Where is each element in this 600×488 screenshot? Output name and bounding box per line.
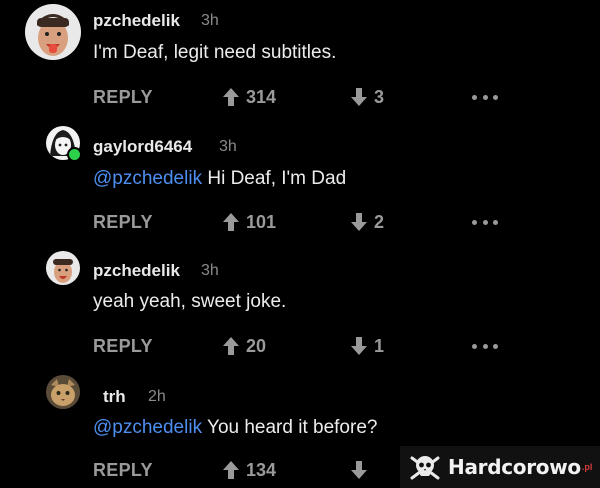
more-options-button[interactable] — [472, 333, 498, 359]
more-options-button[interactable] — [472, 209, 498, 235]
reply-button[interactable]: REPLY — [93, 212, 153, 233]
arrow-up-icon — [223, 88, 239, 106]
comment-text: I'm Deaf, legit need subtitles. — [93, 42, 337, 63]
comment-actions: REPLY 101 2 — [0, 209, 600, 235]
comment-mention[interactable]: @pzchedelik — [93, 168, 202, 189]
watermark-badge: Hardcorowo .pl — [400, 446, 600, 488]
watermark-brand: Hardcorowo — [448, 455, 581, 479]
arrow-down-icon — [351, 337, 367, 355]
user-avatar[interactable] — [46, 251, 80, 285]
comment-body: @pzchedelik Hi Deaf, I'm Dad — [93, 168, 346, 190]
online-status-indicator — [67, 147, 82, 162]
upvote-button[interactable]: 101 — [222, 209, 276, 235]
downvote-button[interactable]: 1 — [350, 333, 384, 359]
comment-username[interactable]: pzchedelik — [93, 261, 180, 281]
arrow-up-icon — [223, 461, 239, 479]
comment-body: @pzchedelik You heard it before? — [93, 417, 377, 439]
reply-button[interactable]: REPLY — [93, 336, 153, 357]
comment-mention[interactable]: @pzchedelik — [93, 417, 202, 438]
downvote-button[interactable] — [350, 457, 374, 483]
upvote-count: 20 — [246, 335, 267, 356]
more-dots-icon — [472, 343, 477, 349]
comment-body: I'm Deaf, legit need subtitles. — [93, 42, 336, 64]
comment-username[interactable]: gaylord6464 — [93, 137, 192, 157]
user-avatar[interactable] — [46, 375, 80, 409]
upvote-count: 134 — [246, 459, 277, 480]
downvote-count: 2 — [374, 211, 385, 232]
comment-body: yeah yeah, sweet joke. — [93, 291, 286, 313]
reply-button[interactable]: REPLY — [93, 460, 153, 481]
comment-timestamp: 3h — [201, 262, 219, 279]
user-avatar[interactable] — [25, 4, 81, 60]
comment-text: You heard it before? — [202, 417, 378, 438]
comment-actions: REPLY 20 1 — [0, 333, 600, 359]
upvote-button[interactable]: 314 — [222, 84, 276, 110]
arrow-down-icon — [351, 88, 367, 106]
comment-text: Hi Deaf, I'm Dad — [202, 168, 347, 189]
comment-username[interactable]: trh — [103, 387, 126, 407]
downvote-button[interactable]: 2 — [350, 209, 384, 235]
upvote-count: 101 — [246, 211, 277, 232]
more-dots-icon — [472, 219, 477, 225]
comment-timestamp: 3h — [219, 138, 237, 155]
arrow-down-icon — [351, 461, 367, 479]
comment-actions: REPLY 314 3 — [0, 84, 600, 110]
downvote-count: 3 — [374, 86, 385, 107]
comment-timestamp: 2h — [148, 388, 166, 405]
reply-button[interactable]: REPLY — [93, 87, 153, 108]
more-dots-icon — [472, 94, 477, 100]
comment-timestamp: 3h — [201, 12, 219, 29]
comment-username[interactable]: pzchedelik — [93, 11, 180, 31]
arrow-down-icon — [351, 213, 367, 231]
skull-logo-icon — [410, 456, 440, 480]
upvote-button[interactable]: 134 — [222, 457, 276, 483]
watermark-tld: .pl — [581, 462, 593, 472]
arrow-up-icon — [223, 337, 239, 355]
downvote-count: 1 — [374, 335, 385, 356]
upvote-count: 314 — [246, 86, 277, 107]
upvote-button[interactable]: 20 — [222, 333, 266, 359]
downvote-button[interactable]: 3 — [350, 84, 384, 110]
comment-text: yeah yeah, sweet joke. — [93, 291, 287, 312]
more-options-button[interactable] — [472, 84, 498, 110]
arrow-up-icon — [223, 213, 239, 231]
